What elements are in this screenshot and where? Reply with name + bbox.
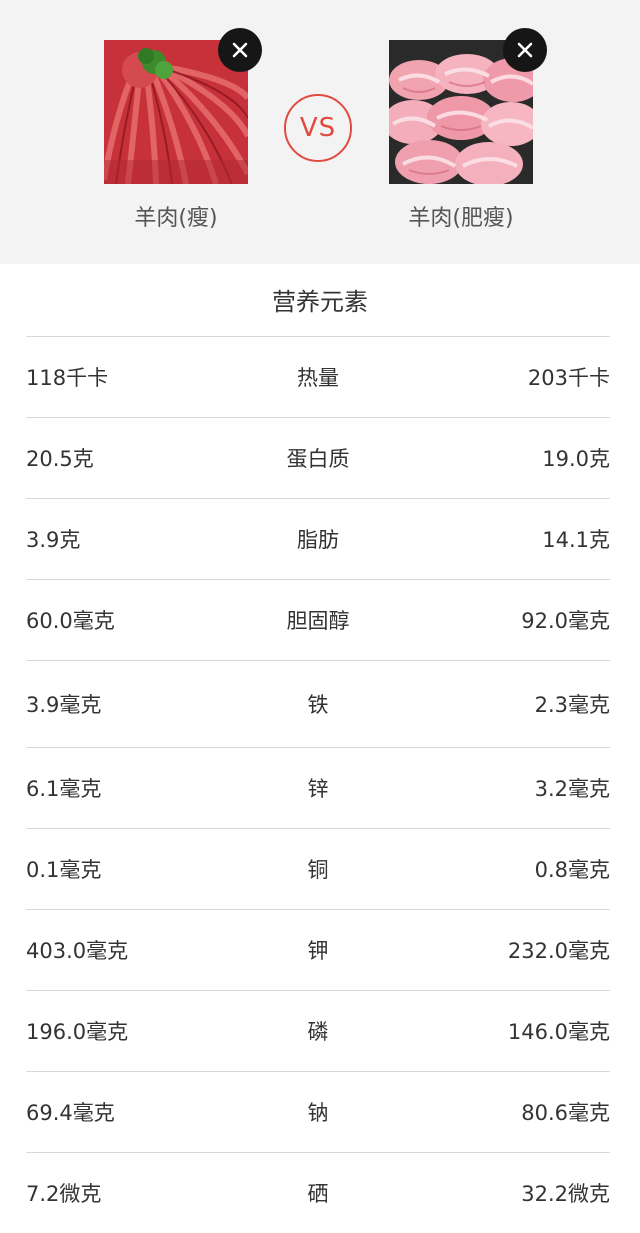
right-value: 19.0克 bbox=[542, 447, 610, 471]
nutrient-name: 锌 bbox=[307, 777, 329, 801]
table-row: 20.5克 蛋白质 19.0克 bbox=[26, 417, 610, 498]
remove-right-button[interactable] bbox=[503, 28, 547, 72]
left-value: 3.9克 bbox=[26, 528, 81, 552]
right-value: 0.8毫克 bbox=[534, 858, 610, 882]
table-row: 60.0毫克 胆固醇 92.0毫克 bbox=[26, 579, 610, 660]
table-row: 0.1毫克 铜 0.8毫克 bbox=[26, 828, 610, 909]
left-value: 60.0毫克 bbox=[26, 609, 115, 633]
nutrient-name: 铜 bbox=[307, 858, 329, 882]
table-row: 3.9克 脂肪 14.1克 bbox=[26, 498, 610, 579]
left-value: 118千卡 bbox=[26, 366, 109, 390]
left-value: 69.4毫克 bbox=[26, 1101, 115, 1125]
food-card-left[interactable]: 羊肉(瘦) bbox=[104, 28, 262, 231]
table-row: 118千卡 热量 203千卡 bbox=[26, 336, 610, 417]
table-row: 6.1毫克 锌 3.2毫克 bbox=[26, 747, 610, 828]
nutrient-name: 铁 bbox=[307, 693, 329, 717]
right-value: 232.0毫克 bbox=[507, 939, 610, 963]
nutrient-name: 胆固醇 bbox=[286, 609, 350, 633]
right-value: 92.0毫克 bbox=[521, 609, 610, 633]
right-value: 32.2微克 bbox=[521, 1182, 610, 1206]
left-value: 7.2微克 bbox=[26, 1182, 102, 1206]
table-row: 196.0毫克 磷 146.0毫克 bbox=[26, 990, 610, 1071]
right-value: 2.3毫克 bbox=[534, 693, 610, 717]
left-value: 196.0毫克 bbox=[26, 1020, 129, 1044]
food-name-left: 羊肉(瘦) bbox=[134, 206, 218, 231]
compare-header: 羊肉(瘦) VS 羊肉(肥瘦) bbox=[0, 0, 640, 264]
section-title: 营养元素 bbox=[272, 288, 368, 316]
vs-badge: VS bbox=[284, 94, 352, 162]
nutrition-table: 118千卡 热量 203千卡 20.5克 蛋白质 19.0克 3.9克 脂肪 1… bbox=[26, 336, 610, 1233]
food-name-right: 羊肉(肥瘦) bbox=[408, 206, 514, 231]
left-value: 3.9毫克 bbox=[26, 693, 102, 717]
left-value: 6.1毫克 bbox=[26, 777, 102, 801]
table-row: 69.4毫克 钠 80.6毫克 bbox=[26, 1071, 610, 1152]
nutrient-name: 磷 bbox=[307, 1020, 329, 1044]
remove-left-button[interactable] bbox=[218, 28, 262, 72]
left-value: 403.0毫克 bbox=[26, 939, 129, 963]
food-card-right[interactable]: 羊肉(肥瘦) bbox=[389, 28, 547, 231]
table-row: 403.0毫克 钾 232.0毫克 bbox=[26, 909, 610, 990]
nutrient-name: 热量 bbox=[296, 366, 339, 390]
left-value: 0.1毫克 bbox=[26, 858, 102, 882]
right-value: 14.1克 bbox=[542, 528, 610, 552]
right-value: 3.2毫克 bbox=[534, 777, 610, 801]
nutrient-name: 脂肪 bbox=[296, 528, 339, 552]
table-row: 7.2微克 硒 32.2微克 bbox=[26, 1152, 610, 1233]
nutrient-name: 钠 bbox=[307, 1101, 329, 1125]
nutrient-name: 钾 bbox=[307, 939, 329, 963]
close-icon bbox=[517, 42, 533, 58]
nutrient-name: 蛋白质 bbox=[286, 447, 350, 471]
right-value: 203千卡 bbox=[527, 366, 610, 390]
right-value: 146.0毫克 bbox=[507, 1020, 610, 1044]
nutrient-name: 硒 bbox=[307, 1182, 329, 1206]
close-icon bbox=[232, 42, 248, 58]
right-value: 80.6毫克 bbox=[521, 1101, 610, 1125]
left-value: 20.5克 bbox=[26, 447, 94, 471]
table-row: 3.9毫克 铁 2.3毫克 bbox=[26, 660, 610, 747]
